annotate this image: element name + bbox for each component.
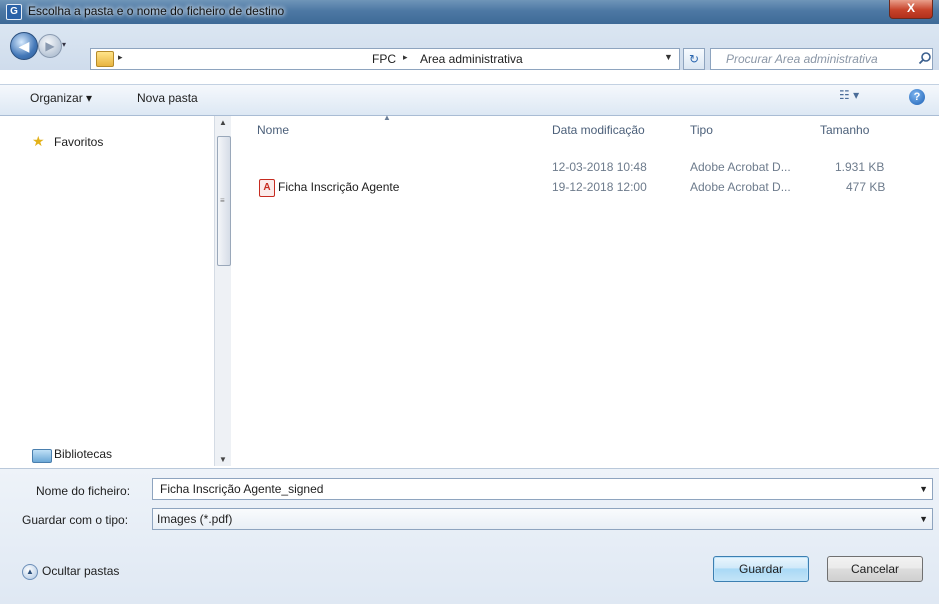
recent-pages-dropdown[interactable]: ▾ bbox=[62, 40, 72, 50]
collapse-icon: ▲ bbox=[22, 564, 38, 580]
breadcrumb-area-administrativa[interactable]: Area administrativa bbox=[420, 52, 523, 66]
breadcrumb-fpc[interactable]: FPC bbox=[372, 52, 396, 66]
address-dropdown-icon[interactable]: ▼ bbox=[664, 52, 673, 62]
cancel-button[interactable]: Cancelar bbox=[827, 556, 923, 582]
nav-item-favorites[interactable]: Favoritos bbox=[54, 135, 103, 149]
save-button[interactable]: Guardar bbox=[713, 556, 809, 582]
refresh-button[interactable]: ↻ bbox=[683, 48, 705, 70]
navigation-pane bbox=[12, 116, 230, 468]
view-options-button[interactable]: ☷ ▾ bbox=[839, 88, 879, 106]
column-header-name[interactable]: Nome bbox=[257, 123, 289, 137]
filename-label: Nome do ficheiro: bbox=[36, 484, 131, 498]
breadcrumb-chevron-icon[interactable]: ▸ bbox=[118, 52, 123, 63]
arrow-right-icon: ▶ bbox=[45, 39, 55, 53]
breadcrumb-chevron-icon[interactable]: ▸ bbox=[403, 52, 408, 63]
file-size: 477 KB bbox=[846, 180, 886, 194]
column-header-date[interactable]: Data modificação bbox=[552, 123, 645, 137]
window-title: Escolha a pasta e o nome do ficheiro de … bbox=[28, 4, 285, 18]
sort-ascending-icon: ▲ bbox=[383, 113, 391, 122]
file-date: 12-03-2018 10:48 bbox=[552, 160, 647, 174]
arrow-left-icon: ◀ bbox=[18, 38, 30, 54]
scroll-up-icon[interactable]: ▲ bbox=[219, 118, 227, 127]
scroll-down-icon[interactable]: ▼ bbox=[219, 455, 227, 464]
new-folder-button[interactable]: Nova pasta bbox=[137, 91, 198, 105]
close-button[interactable]: X bbox=[889, 0, 933, 19]
search-icon[interactable] bbox=[918, 51, 932, 65]
navigation-scrollbar[interactable]: ▲ ≡ ▼ bbox=[214, 116, 231, 466]
help-icon[interactable]: ? bbox=[909, 89, 925, 105]
file-date: 19-12-2018 12:00 bbox=[552, 180, 647, 194]
nav-item-libraries[interactable]: Bibliotecas bbox=[54, 447, 112, 461]
hide-folders-label: Ocultar pastas bbox=[42, 564, 120, 578]
file-type: Adobe Acrobat D... bbox=[690, 160, 791, 174]
file-type-select[interactable]: Images (*.pdf) ▼ bbox=[152, 508, 933, 530]
search-placeholder: Procurar Area administrativa bbox=[726, 52, 878, 66]
scrollbar-grip-icon: ≡ bbox=[220, 196, 225, 205]
title-bar: G Escolha a pasta e o nome do ficheiro d… bbox=[0, 0, 939, 24]
chevron-down-icon[interactable]: ▼ bbox=[919, 484, 928, 494]
app-icon: G bbox=[6, 4, 22, 20]
filename-input[interactable]: Ficha Inscrição Agente_signed ▼ bbox=[152, 478, 933, 500]
column-header-size[interactable]: Tamanho bbox=[820, 123, 869, 137]
chevron-down-icon[interactable]: ▼ bbox=[919, 514, 928, 524]
star-icon: ★ bbox=[32, 133, 45, 149]
library-icon bbox=[32, 449, 52, 463]
filename-value[interactable]: Ficha Inscrição Agente_signed bbox=[160, 482, 323, 496]
file-type-value[interactable]: Images (*.pdf) bbox=[157, 512, 232, 526]
file-type-label: Guardar com o tipo: bbox=[22, 513, 129, 527]
folder-icon bbox=[96, 51, 114, 67]
forward-button[interactable]: ▶ bbox=[38, 34, 62, 58]
file-size: 1.931 KB bbox=[835, 160, 885, 174]
file-name[interactable]: Ficha Inscrição Agente bbox=[278, 180, 399, 194]
column-header-type[interactable]: Tipo bbox=[690, 123, 713, 137]
pdf-file-icon: A bbox=[259, 179, 275, 197]
hide-folders-button[interactable]: ▲ Ocultar pastas bbox=[22, 563, 152, 583]
file-type: Adobe Acrobat D... bbox=[690, 180, 791, 194]
refresh-icon: ↻ bbox=[688, 52, 700, 66]
organize-button[interactable]: Organizar ▾ bbox=[30, 91, 92, 105]
back-button[interactable]: ◀ bbox=[10, 32, 38, 60]
